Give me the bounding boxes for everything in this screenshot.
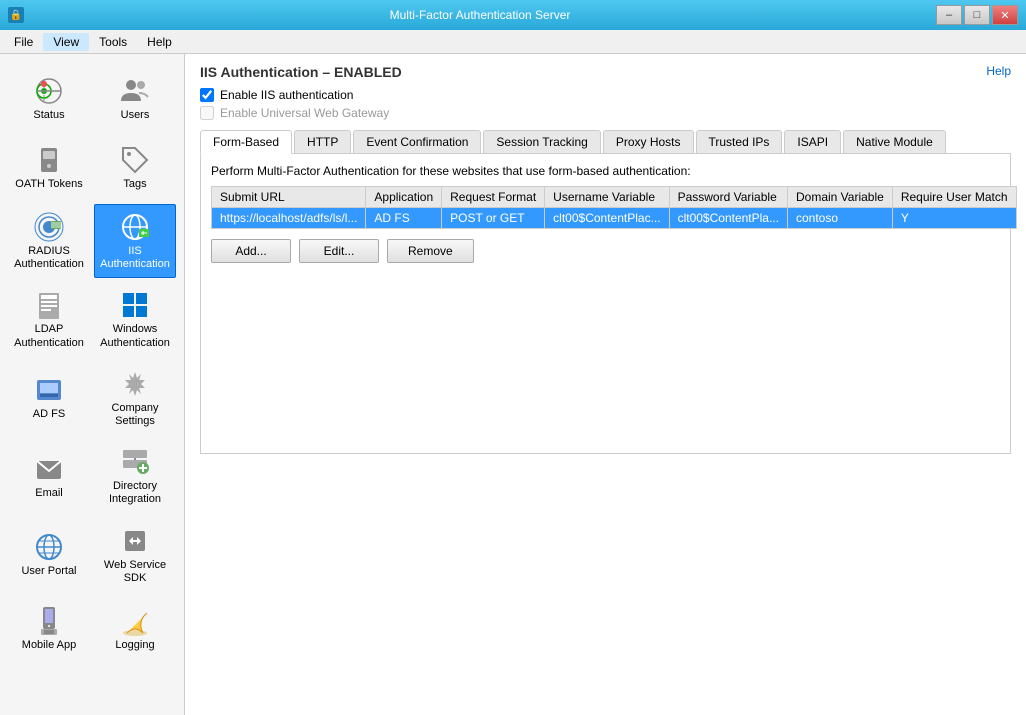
- adfs-icon: [33, 374, 65, 406]
- sidebar-label-users: Users: [121, 109, 150, 122]
- tabs-container: Form-Based HTTP Event Confirmation Sessi…: [200, 130, 1011, 454]
- tab-event-confirmation[interactable]: Event Confirmation: [353, 130, 481, 153]
- enable-iis-checkbox[interactable]: [200, 88, 214, 102]
- tab-isapi[interactable]: ISAPI: [784, 130, 841, 153]
- gateway-checkbox-row: Enable Universal Web Gateway: [200, 106, 1011, 120]
- users-icon: [119, 75, 151, 107]
- window-controls: – □ ✕: [936, 5, 1018, 25]
- directory-integration-icon: [119, 446, 151, 478]
- menu-file[interactable]: File: [4, 33, 43, 51]
- col-password-variable: Password Variable: [669, 187, 787, 208]
- sidebar-label-radius-auth: RADIUS Authentication: [13, 245, 85, 271]
- tab-form-based[interactable]: Form-Based: [200, 130, 292, 154]
- user-portal-icon: [33, 531, 65, 563]
- sidebar-label-web-service-sdk: Web Service SDK: [99, 559, 171, 585]
- enable-gateway-label: Enable Universal Web Gateway: [220, 106, 389, 120]
- sidebar-item-windows-auth[interactable]: Windows Authentication: [94, 282, 176, 356]
- logging-icon: [119, 605, 151, 637]
- app-icon: [8, 7, 24, 23]
- tab-proxy-hosts[interactable]: Proxy Hosts: [603, 130, 694, 153]
- maximize-button[interactable]: □: [964, 5, 990, 25]
- status-icon: [33, 75, 65, 107]
- sidebar-grid: Status Users: [0, 62, 184, 665]
- col-require-user-match: Require User Match: [892, 187, 1016, 208]
- col-username-variable: Username Variable: [545, 187, 669, 208]
- sidebar-label-user-portal: User Portal: [21, 565, 76, 578]
- button-row: Add... Edit... Remove: [211, 239, 1000, 263]
- enable-iis-label: Enable IIS authentication: [220, 88, 353, 102]
- mobile-app-icon: [33, 605, 65, 637]
- main-layout: Status Users: [0, 54, 1026, 715]
- sidebar-label-ldap-auth: LDAP Authentication: [13, 323, 85, 349]
- radius-icon: [33, 211, 65, 243]
- oath-icon: [33, 144, 65, 176]
- sidebar-item-email[interactable]: Email: [8, 439, 90, 513]
- enable-gateway-checkbox[interactable]: [200, 106, 214, 120]
- menubar: File View Tools Help: [0, 30, 1026, 54]
- sidebar-item-users[interactable]: Users: [94, 66, 176, 131]
- enable-iis-checkbox-row: Enable IIS authentication: [200, 88, 1011, 102]
- sidebar: Status Users: [0, 54, 185, 715]
- sidebar-label-tags: Tags: [123, 178, 146, 191]
- sidebar-item-user-portal[interactable]: User Portal: [8, 518, 90, 592]
- titlebar: Multi-Factor Authentication Server – □ ✕: [0, 0, 1026, 30]
- menu-help[interactable]: Help: [137, 33, 182, 51]
- content-title: IIS Authentication – ENABLED: [200, 64, 402, 80]
- tab-native-module[interactable]: Native Module: [843, 130, 946, 153]
- sidebar-label-windows-auth: Windows Authentication: [99, 323, 171, 349]
- tabs-header: Form-Based HTTP Event Confirmation Sessi…: [200, 130, 1011, 154]
- tab-trusted-ips[interactable]: Trusted IPs: [696, 130, 783, 153]
- sidebar-item-directory-integration[interactable]: Directory Integration: [94, 439, 176, 513]
- content-area: IIS Authentication – ENABLED Help Enable…: [185, 54, 1026, 715]
- sidebar-label-email: Email: [35, 487, 63, 500]
- col-application: Application: [366, 187, 442, 208]
- tab-description: Perform Multi-Factor Authentication for …: [211, 164, 1000, 178]
- sidebar-label-mobile-app: Mobile App: [22, 639, 76, 652]
- edit-button[interactable]: Edit...: [299, 239, 379, 263]
- col-submit-url: Submit URL: [212, 187, 366, 208]
- sidebar-item-company-settings[interactable]: Company Settings: [94, 361, 176, 435]
- web-service-sdk-icon: [119, 525, 151, 557]
- sidebar-label-company-settings: Company Settings: [99, 402, 171, 428]
- tab-http[interactable]: HTTP: [294, 130, 351, 153]
- table-row[interactable]: https://localhost/adfs/ls/l...AD FSPOST …: [212, 208, 1017, 229]
- sidebar-item-radius-auth[interactable]: RADIUS Authentication: [8, 204, 90, 278]
- content-header: IIS Authentication – ENABLED Help: [200, 64, 1011, 80]
- sidebar-item-ldap-auth[interactable]: LDAP Authentication: [8, 282, 90, 356]
- col-request-format: Request Format: [442, 187, 545, 208]
- tab-content-form-based: Perform Multi-Factor Authentication for …: [200, 154, 1011, 454]
- windows-icon: [119, 289, 151, 321]
- help-link[interactable]: Help: [986, 64, 1011, 78]
- add-button[interactable]: Add...: [211, 239, 291, 263]
- ldap-icon: [33, 289, 65, 321]
- sidebar-item-tags[interactable]: Tags: [94, 135, 176, 200]
- iis-icon: [119, 211, 151, 243]
- sidebar-label-status: Status: [33, 109, 64, 122]
- window-title: Multi-Factor Authentication Server: [24, 8, 936, 22]
- minimize-button[interactable]: –: [936, 5, 962, 25]
- col-domain-variable: Domain Variable: [787, 187, 892, 208]
- form-based-table: Submit URL Application Request Format Us…: [211, 186, 1017, 229]
- company-settings-icon: [119, 368, 151, 400]
- menu-tools[interactable]: Tools: [89, 33, 137, 51]
- sidebar-label-logging: Logging: [115, 639, 154, 652]
- sidebar-item-web-service-sdk[interactable]: Web Service SDK: [94, 518, 176, 592]
- sidebar-item-mobile-app[interactable]: Mobile App: [8, 596, 90, 661]
- menu-view[interactable]: View: [43, 33, 89, 51]
- remove-button[interactable]: Remove: [387, 239, 474, 263]
- close-button[interactable]: ✕: [992, 5, 1018, 25]
- sidebar-label-directory-integration: Directory Integration: [99, 480, 171, 506]
- sidebar-label-oath-tokens: OATH Tokens: [15, 178, 82, 191]
- tags-icon: [119, 144, 151, 176]
- sidebar-label-iis-auth: IIS Authentication: [99, 245, 171, 271]
- email-icon: [33, 453, 65, 485]
- sidebar-label-ad-fs: AD FS: [33, 408, 65, 421]
- sidebar-item-oath-tokens[interactable]: OATH Tokens: [8, 135, 90, 200]
- sidebar-item-iis-auth[interactable]: IIS Authentication: [94, 204, 176, 278]
- sidebar-item-status[interactable]: Status: [8, 66, 90, 131]
- tab-session-tracking[interactable]: Session Tracking: [483, 130, 600, 153]
- sidebar-item-logging[interactable]: Logging: [94, 596, 176, 661]
- sidebar-item-ad-fs[interactable]: AD FS: [8, 361, 90, 435]
